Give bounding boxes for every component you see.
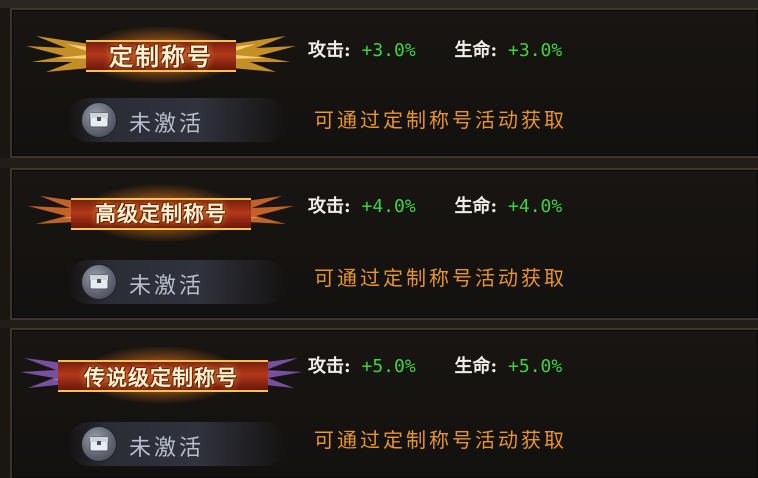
attack-value: +4.0% (361, 196, 416, 217)
hp-label: 生命: (454, 356, 498, 377)
card-separator (0, 158, 758, 168)
hp-label: 生命: (454, 40, 498, 61)
attack-value: +5.0% (361, 356, 416, 377)
hp-label: 生命: (454, 196, 498, 217)
status-pill: 未激活 (67, 98, 287, 142)
locked-chest-icon (81, 102, 117, 138)
title-badge: 高级定制称号 (26, 178, 296, 248)
title-badge: 定制称号 (26, 20, 296, 90)
hp-value: +5.0% (508, 356, 563, 377)
attack-label: 攻击: (308, 356, 351, 377)
title-name: 高级定制称号 (95, 201, 227, 226)
attack-label: 攻击: (308, 196, 351, 217)
status-label: 未激活 (129, 112, 205, 137)
title-badge: 传说级定制称号 (20, 340, 302, 410)
locked-chest-icon (81, 264, 117, 300)
status-pill: 未激活 (67, 260, 287, 304)
attack-label: 攻击: (308, 40, 351, 61)
locked-chest-icon (81, 426, 117, 462)
acquire-hint: 可通过定制称号活动获取 (314, 428, 567, 452)
attack-value: +3.0% (361, 40, 416, 61)
status-label: 未激活 (129, 274, 205, 299)
title-card-2[interactable]: 高级定制称号 未激活 攻击: +4.0% 生命: +4.0% 可通过定制称号活动… (10, 168, 758, 320)
stat-line: 攻击: +4.0% 生命: +4.0% (308, 192, 562, 220)
stat-line: 攻击: +3.0% 生命: +3.0% (308, 36, 562, 64)
title-card-3[interactable]: 传说级定制称号 未激活 攻击: +5.0% 生命: +5.0% 可通过定制称号活… (10, 328, 758, 478)
title-card-1[interactable]: 定制称号 未激活 攻击: +3.0% 生命: +3.0% 可通过定制称号活动获取 (10, 8, 758, 158)
hp-value: +4.0% (508, 196, 563, 217)
acquire-hint: 可通过定制称号活动获取 (314, 108, 567, 132)
title-name: 定制称号 (109, 42, 213, 71)
card-separator (0, 320, 758, 328)
top-border (0, 0, 758, 8)
hp-value: +3.0% (508, 40, 563, 61)
title-name: 传说级定制称号 (84, 365, 238, 390)
status-label: 未激活 (129, 436, 205, 461)
stat-line: 攻击: +5.0% 生命: +5.0% (308, 352, 562, 380)
status-pill: 未激活 (67, 422, 287, 466)
acquire-hint: 可通过定制称号活动获取 (314, 266, 567, 290)
